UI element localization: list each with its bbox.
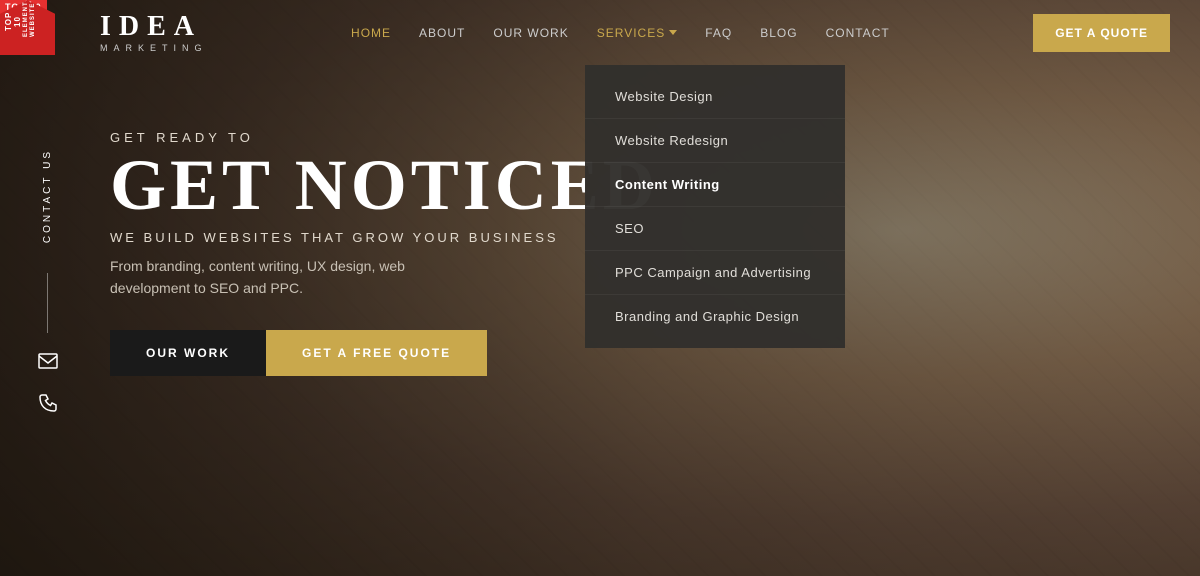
free-quote-button[interactable]: GET A FREE QUOTE bbox=[266, 330, 487, 376]
services-dropdown: Website Design Website Redesign Content … bbox=[585, 65, 845, 348]
navbar: IDEA MARKETING HOME ABOUT OUR WORK SERVI… bbox=[0, 0, 1200, 65]
logo-title: IDEA bbox=[100, 13, 202, 41]
hero-title: GET NOTICED bbox=[110, 153, 659, 218]
our-work-button[interactable]: OUR WORK bbox=[110, 330, 266, 376]
hero-buttons: OUR WORK GET A FREE QUOTE bbox=[110, 330, 659, 376]
nav-services-label: SERVICES bbox=[597, 26, 665, 40]
get-quote-button[interactable]: GET A QUOTE bbox=[1033, 14, 1170, 52]
hero-pre-title: GET READY TO bbox=[110, 130, 659, 145]
nav-our-work[interactable]: OUR WORK bbox=[493, 26, 568, 40]
dropdown-item-website-redesign[interactable]: Website Redesign bbox=[585, 119, 845, 163]
nav-blog[interactable]: BLOG bbox=[760, 26, 797, 40]
logo: IDEA MARKETING bbox=[100, 13, 208, 53]
nav-home[interactable]: HOME bbox=[351, 26, 391, 40]
hero-tagline: WE BUILD WEBSITES THAT GROW YOUR BUSINES… bbox=[110, 230, 659, 245]
logo-subtitle: MARKETING bbox=[100, 43, 208, 53]
hero-description: From branding, content writing, UX desig… bbox=[110, 255, 470, 300]
nav-services[interactable]: SERVICES bbox=[597, 26, 677, 40]
sidebar-contact-label: CONTACT US bbox=[42, 149, 53, 243]
dropdown-item-branding[interactable]: Branding and Graphic Design bbox=[585, 295, 845, 338]
dropdown-item-ppc[interactable]: PPC Campaign and Advertising bbox=[585, 251, 845, 295]
nav-links: HOME ABOUT OUR WORK SERVICES FAQ BLOG CO… bbox=[351, 26, 890, 40]
email-icon[interactable] bbox=[38, 353, 58, 374]
hero-content: GET READY TO GET NOTICED WE BUILD WEBSIT… bbox=[110, 130, 659, 376]
services-chevron-icon bbox=[669, 30, 677, 35]
dropdown-item-website-design[interactable]: Website Design bbox=[585, 75, 845, 119]
sidebar: CONTACT US bbox=[0, 0, 95, 576]
phone-icon[interactable] bbox=[39, 394, 57, 417]
sidebar-divider bbox=[47, 273, 48, 333]
dropdown-item-seo[interactable]: SEO bbox=[585, 207, 845, 251]
nav-faq[interactable]: FAQ bbox=[705, 26, 732, 40]
nav-about[interactable]: ABOUT bbox=[419, 26, 465, 40]
dropdown-item-content-writing[interactable]: Content Writing bbox=[585, 163, 845, 207]
nav-contact[interactable]: CONTACT bbox=[826, 26, 890, 40]
